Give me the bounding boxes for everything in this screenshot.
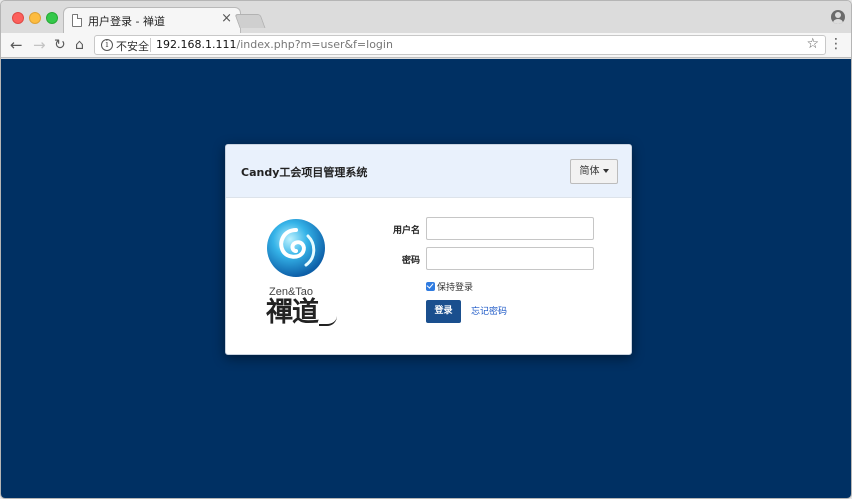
title-bar: 用户登录 - 禅道 ×: [1, 1, 851, 33]
star-icon[interactable]: ☆: [806, 36, 819, 52]
address-bar[interactable]: i 不安全 192.168.1.111/index.php?m=user&f=l…: [94, 35, 826, 55]
minimize-window-button[interactable]: [29, 12, 41, 24]
menu-icon[interactable]: ⋮: [829, 37, 843, 51]
forgot-password-link[interactable]: 忘记密码: [471, 304, 507, 317]
forward-arrow-icon[interactable]: →: [33, 36, 46, 54]
tab-title: 用户登录 - 禅道: [88, 15, 165, 28]
maximize-window-button[interactable]: [46, 12, 58, 24]
browser-toolbar: ← → ↻ ⌂ i 不安全 192.168.1.111/index.php?m=…: [1, 33, 851, 58]
system-title: Candy工会项目管理系统: [241, 166, 368, 179]
url-divider: [150, 38, 151, 52]
document-icon: [72, 14, 82, 27]
info-icon[interactable]: i: [101, 39, 113, 51]
security-label[interactable]: 不安全: [116, 38, 149, 54]
language-label: 简体: [579, 166, 600, 177]
back-arrow-icon[interactable]: ←: [10, 36, 23, 54]
password-label: 密码: [401, 256, 420, 266]
url-text[interactable]: 192.168.1.111/index.php?m=user&f=login: [156, 38, 393, 51]
keep-login-option[interactable]: 保持登录: [426, 279, 473, 293]
new-tab-button[interactable]: [234, 14, 266, 28]
tab-close-icon[interactable]: ×: [221, 11, 232, 26]
close-window-button[interactable]: [12, 12, 24, 24]
logo-flourish: [319, 316, 337, 326]
login-panel-header: Candy工会项目管理系统 简体: [226, 145, 631, 198]
username-label: 用户名: [392, 226, 420, 236]
browser-window: 用户登录 - 禅道 × ← → ↻ ⌂ i 不安全 192.168.1.111/…: [0, 0, 852, 499]
login-button[interactable]: 登录: [426, 300, 461, 323]
profile-icon[interactable]: [831, 10, 845, 24]
browser-tab[interactable]: 用户登录 - 禅道 ×: [63, 7, 241, 33]
login-panel: Candy工会项目管理系统 简体 Zen&Tao 禪道 用户名 密码 保持登录 …: [225, 144, 632, 355]
username-input[interactable]: [426, 217, 594, 240]
keep-login-checkbox[interactable]: [426, 282, 435, 291]
zentao-logo-icon: [267, 219, 325, 277]
logo-chinese-text: 禪道: [266, 297, 319, 328]
password-input[interactable]: [426, 247, 594, 270]
reload-icon[interactable]: ↻: [54, 36, 66, 54]
keep-login-label[interactable]: 保持登录: [437, 283, 473, 293]
language-dropdown-button[interactable]: 简体: [570, 159, 618, 184]
home-icon[interactable]: ⌂: [75, 36, 84, 54]
page-content: Candy工会项目管理系统 简体 Zen&Tao 禪道 用户名 密码 保持登录 …: [1, 59, 851, 498]
url-host: 192.168.1.111: [156, 38, 237, 51]
url-path: /index.php?m=user&f=login: [236, 38, 393, 51]
caret-down-icon: [602, 169, 609, 173]
